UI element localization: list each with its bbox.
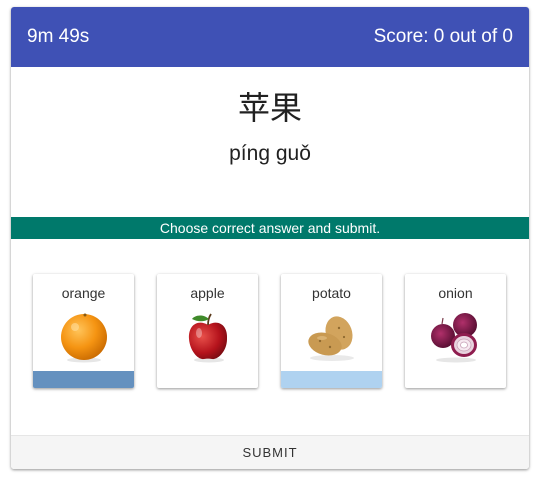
option-orange[interactable]: orange — [33, 274, 134, 388]
apple-image — [188, 313, 228, 363]
option-apple[interactable]: apple — [157, 274, 258, 388]
orange-image — [61, 313, 107, 363]
question-area: 苹果 píng guǒ — [11, 67, 529, 167]
quiz-header: 9m 49s Score: 0 out of 0 — [11, 7, 529, 67]
option-label: potato — [312, 285, 351, 301]
option-label: onion — [438, 285, 473, 301]
option-label: apple — [190, 285, 225, 301]
answer-options: orange apple potato onion — [33, 274, 513, 389]
score: Score: 0 out of 0 — [373, 26, 513, 47]
option-label: orange — [61, 285, 106, 301]
option-onion[interactable]: onion — [405, 274, 506, 388]
instruction-banner: Choose correct answer and submit. — [11, 217, 529, 239]
option-potato[interactable]: potato — [281, 274, 382, 388]
quiz-card: 9m 49s Score: 0 out of 0 苹果 píng guǒ Cho… — [11, 7, 529, 469]
selection-bar — [33, 371, 134, 388]
onion-image — [431, 313, 477, 363]
question-hanzi: 苹果 — [237, 89, 302, 127]
selection-bar — [281, 371, 382, 388]
submit-button[interactable]: SUBMIT — [11, 435, 529, 469]
question-pinyin: píng guǒ — [229, 142, 311, 165]
potato-image — [308, 316, 354, 361]
timer: 9m 49s — [27, 26, 90, 47]
